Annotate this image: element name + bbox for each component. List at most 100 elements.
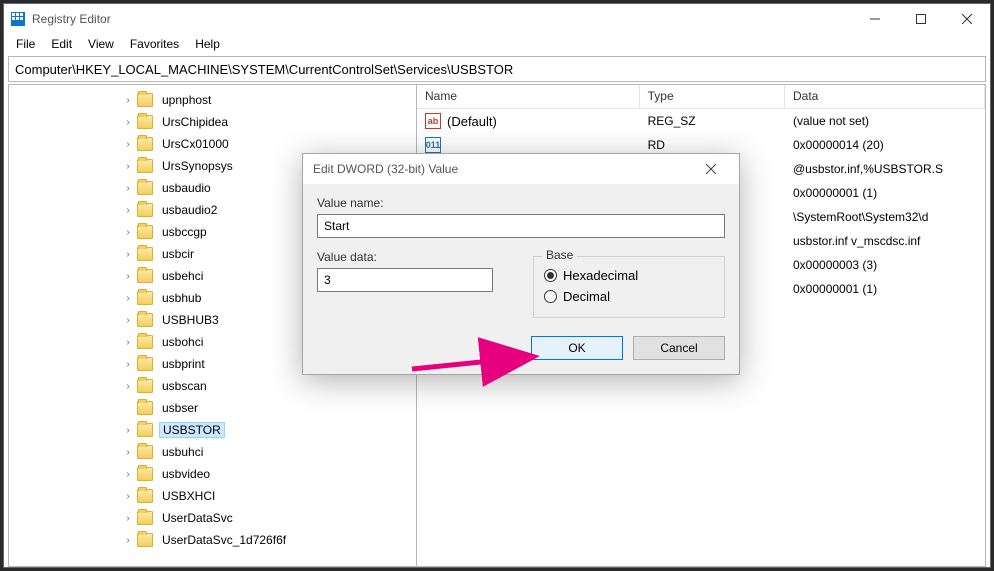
base-legend: Base — [542, 248, 577, 262]
expander-icon[interactable]: › — [121, 337, 135, 348]
tree-item-upnphost[interactable]: ›upnphost — [9, 89, 416, 111]
window-title: Registry Editor — [32, 12, 852, 26]
expander-icon[interactable]: › — [121, 95, 135, 106]
expander-icon[interactable]: › — [121, 227, 135, 238]
tree-item-label: UrsChipidea — [159, 114, 231, 130]
expander-icon[interactable]: › — [121, 447, 135, 458]
tree-item-label: usbohci — [159, 334, 206, 350]
expander-icon[interactable]: › — [121, 359, 135, 370]
tree-item-label: usbaudio2 — [159, 202, 220, 218]
minimize-button[interactable] — [852, 4, 898, 34]
value-data: 0x00000001 (1) — [785, 186, 985, 200]
expander-icon[interactable]: › — [121, 535, 135, 546]
expander-icon[interactable]: › — [121, 425, 135, 436]
tree-item-label: usbaudio — [159, 180, 214, 196]
value-data: @usbstor.inf,%USBSTOR.S — [785, 162, 985, 176]
folder-icon — [137, 225, 153, 239]
tree-item-usbstor[interactable]: › USBSTOR — [9, 419, 416, 441]
expander-icon[interactable]: › — [121, 513, 135, 524]
cancel-button[interactable]: Cancel — [633, 336, 725, 360]
tree-item-label: USBHUB3 — [159, 312, 222, 328]
close-button[interactable] — [944, 4, 990, 34]
folder-icon — [137, 533, 153, 547]
dialog-titlebar[interactable]: Edit DWORD (32-bit) Value — [303, 154, 739, 184]
tree-item-usbvideo[interactable]: ›usbvideo — [9, 463, 416, 485]
tree-item-usbxhci[interactable]: › USBXHCI — [9, 485, 416, 507]
address-text: Computer\HKEY_LOCAL_MACHINE\SYSTEM\Curre… — [15, 62, 513, 77]
value-data: 0x00000003 (3) — [785, 258, 985, 272]
folder-icon — [137, 489, 153, 503]
column-data[interactable]: Data — [785, 85, 985, 108]
tree-item-label: USBXHCI — [159, 488, 218, 504]
folder-icon — [137, 181, 153, 195]
menu-edit[interactable]: Edit — [43, 35, 80, 53]
expander-icon[interactable]: › — [121, 139, 135, 150]
radio-hex-label: Hexadecimal — [563, 268, 638, 283]
expander-icon[interactable]: › — [121, 293, 135, 304]
expander-icon[interactable]: › — [121, 183, 135, 194]
tree-item-label: USBSTOR — [159, 422, 225, 438]
radio-hexadecimal[interactable]: Hexadecimal — [544, 265, 714, 286]
expander-icon[interactable]: › — [121, 315, 135, 326]
titlebar[interactable]: Registry Editor — [4, 4, 990, 34]
folder-icon — [137, 159, 153, 173]
folder-icon — [137, 401, 153, 415]
ok-button[interactable]: OK — [531, 336, 623, 360]
column-name[interactable]: Name — [417, 85, 640, 108]
expander-icon[interactable]: › — [121, 117, 135, 128]
folder-icon — [137, 93, 153, 107]
value-data: 0x00000001 (1) — [785, 282, 985, 296]
tree-item-urschipidea[interactable]: › UrsChipidea — [9, 111, 416, 133]
value-data: usbstor.inf v_mscdsc.inf — [785, 234, 985, 248]
list-header: Name Type Data — [417, 85, 985, 109]
radio-dec-label: Decimal — [563, 289, 610, 304]
dialog-title: Edit DWORD (32-bit) Value — [313, 162, 693, 176]
folder-icon — [137, 313, 153, 327]
list-row[interactable]: ab(Default)REG_SZ(value not set) — [417, 109, 985, 133]
folder-icon — [137, 115, 153, 129]
string-value-icon: ab — [425, 113, 441, 129]
value-data-label: Value data: — [317, 250, 509, 264]
expander-icon[interactable]: › — [121, 469, 135, 480]
app-icon — [10, 11, 26, 27]
value-name-input[interactable] — [317, 214, 725, 238]
address-bar[interactable]: Computer\HKEY_LOCAL_MACHINE\SYSTEM\Curre… — [8, 56, 986, 82]
tree-item-usbuhci[interactable]: ›usbuhci — [9, 441, 416, 463]
radio-hex-indicator — [544, 269, 557, 282]
expander-icon[interactable]: › — [121, 381, 135, 392]
folder-icon — [137, 511, 153, 525]
column-type[interactable]: Type — [640, 85, 785, 108]
menu-view[interactable]: View — [80, 35, 122, 53]
menu-file[interactable]: File — [8, 35, 43, 53]
expander-icon[interactable]: › — [121, 161, 135, 172]
maximize-button[interactable] — [898, 4, 944, 34]
tree-item-label: UserDataSvc — [159, 510, 236, 526]
tree-item-userdatasvc_1d726f6f[interactable]: ›UserDataSvc_1d726f6f — [9, 529, 416, 551]
expander-icon[interactable]: › — [121, 205, 135, 216]
folder-icon — [137, 137, 153, 151]
registry-editor-window: Registry Editor File Edit View Favorites… — [3, 3, 991, 568]
tree-item-label: usbscan — [159, 378, 210, 394]
expander-icon[interactable]: › — [121, 249, 135, 260]
value-type: REG_SZ — [640, 114, 785, 128]
folder-icon — [137, 423, 153, 437]
tree-item-usbscan[interactable]: › usbscan — [9, 375, 416, 397]
value-data: 0x00000014 (20) — [785, 138, 985, 152]
expander-icon[interactable]: › — [121, 491, 135, 502]
value-data: (value not set) — [785, 114, 985, 128]
folder-icon — [137, 203, 153, 217]
menu-favorites[interactable]: Favorites — [122, 35, 187, 53]
tree-item-label: UrsSynopsys — [159, 158, 236, 174]
tree-item-userdatasvc[interactable]: › UserDataSvc — [9, 507, 416, 529]
folder-icon — [137, 291, 153, 305]
edit-dword-dialog: Edit DWORD (32-bit) Value Value name: Va… — [302, 153, 740, 375]
radio-decimal[interactable]: Decimal — [544, 286, 714, 307]
dialog-close-button[interactable] — [693, 157, 729, 181]
menu-help[interactable]: Help — [187, 35, 228, 53]
tree-item-usbser[interactable]: usbser — [9, 397, 416, 419]
tree-item-label: usbcir — [159, 246, 197, 262]
value-data-input[interactable] — [317, 268, 493, 292]
tree-item-label: usbccgp — [159, 224, 210, 240]
expander-icon[interactable]: › — [121, 271, 135, 282]
tree-item-urscx01000[interactable]: ›UrsCx01000 — [9, 133, 416, 155]
